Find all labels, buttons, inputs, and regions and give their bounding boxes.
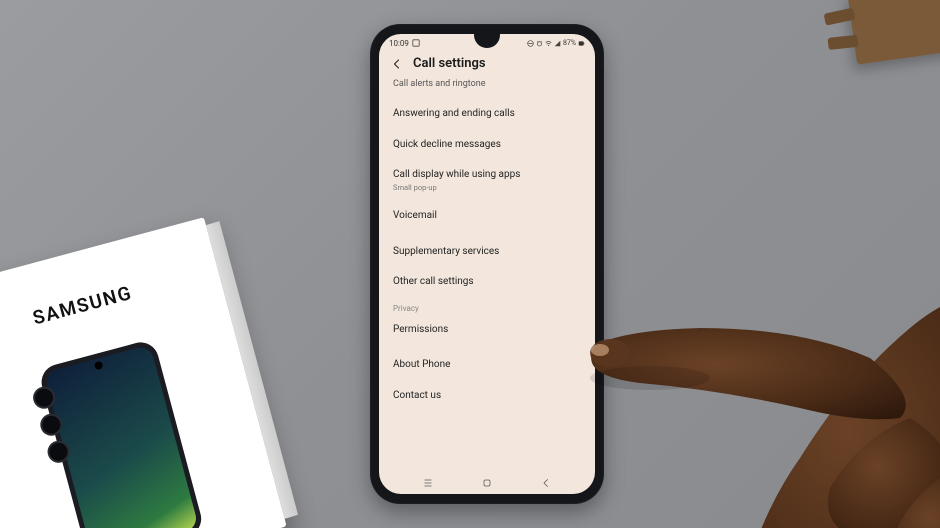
samsung-product-box: SAMSUNG bbox=[0, 217, 287, 528]
item-quick-decline[interactable]: Quick decline messages bbox=[379, 130, 595, 161]
dnd-icon bbox=[527, 40, 534, 47]
item-label: About Phone bbox=[393, 359, 581, 372]
settings-header: Call settings bbox=[379, 50, 595, 79]
item-label: Supplementary services bbox=[393, 246, 581, 259]
item-label: Contact us bbox=[393, 390, 581, 403]
item-supplementary[interactable]: Supplementary services bbox=[379, 237, 595, 268]
wifi-icon bbox=[545, 40, 552, 47]
item-sublabel: Small pop-up bbox=[393, 183, 581, 192]
nav-home-button[interactable] bbox=[481, 474, 493, 493]
item-label: Voicemail bbox=[393, 210, 581, 223]
back-button[interactable] bbox=[391, 58, 403, 70]
section-privacy-label: Privacy bbox=[379, 298, 595, 315]
item-call-display[interactable]: Call display while using apps Small pop-… bbox=[379, 160, 595, 201]
item-label: Call alerts and ringtone bbox=[393, 79, 581, 90]
item-contact-us[interactable]: Contact us bbox=[379, 381, 595, 412]
phone-screen: 10:09 87% Call settings Call alerts and … bbox=[379, 34, 595, 494]
nav-back-button[interactable] bbox=[540, 474, 552, 493]
settings-list[interactable]: Call alerts and ringtone Answering and e… bbox=[379, 79, 595, 411]
item-answering-ending[interactable]: Answering and ending calls bbox=[379, 99, 595, 130]
item-label: Call display while using apps bbox=[393, 169, 581, 182]
signal-icon bbox=[554, 40, 561, 47]
nav-recents-button[interactable] bbox=[422, 474, 434, 493]
battery-percentage: 87% bbox=[563, 39, 576, 47]
android-nav-bar bbox=[379, 472, 595, 494]
item-call-alerts[interactable]: Call alerts and ringtone bbox=[379, 79, 595, 99]
item-voicemail[interactable]: Voicemail bbox=[379, 201, 595, 232]
item-permissions[interactable]: Permissions bbox=[379, 315, 595, 346]
item-label: Quick decline messages bbox=[393, 139, 581, 152]
phone-device: 10:09 87% Call settings Call alerts and … bbox=[370, 24, 604, 504]
home-icon bbox=[481, 477, 493, 489]
chevron-left-icon bbox=[391, 58, 403, 70]
back-icon bbox=[540, 477, 552, 489]
item-label: Answering and ending calls bbox=[393, 108, 581, 121]
battery-icon bbox=[578, 40, 585, 47]
status-time: 10:09 bbox=[389, 39, 409, 48]
alarm-icon bbox=[536, 40, 543, 47]
item-other-call[interactable]: Other call settings bbox=[379, 267, 595, 298]
page-title: Call settings bbox=[413, 56, 486, 71]
item-label: Permissions bbox=[393, 324, 581, 337]
box-phone-illustration bbox=[38, 338, 206, 528]
status-unknown-icon bbox=[412, 39, 420, 47]
desk-object bbox=[848, 0, 940, 65]
item-label: Other call settings bbox=[393, 276, 581, 289]
recents-icon bbox=[422, 477, 434, 489]
item-about-phone[interactable]: About Phone bbox=[379, 350, 595, 381]
samsung-logo: SAMSUNG bbox=[30, 281, 134, 330]
